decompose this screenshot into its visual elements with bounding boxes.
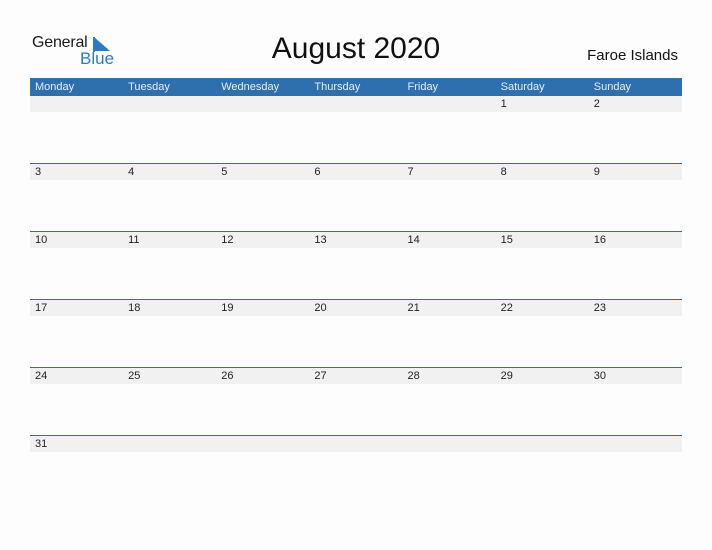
day-number: 28 [407, 370, 420, 382]
day-number: 8 [500, 166, 507, 178]
weekday-saturday: Saturday [500, 81, 545, 93]
weekday-header: Monday Tuesday Wednesday Thursday Friday… [30, 78, 682, 96]
calendar-grid: Monday Tuesday Wednesday Thursday Friday… [30, 78, 682, 503]
day-number: 1 [500, 98, 507, 110]
weekday-sunday: Sunday [593, 81, 632, 93]
week-row: 10 11 12 13 14 15 16 [30, 231, 682, 299]
day-number: 2 [593, 98, 600, 110]
date-strip: 10 11 12 13 14 15 16 [30, 232, 682, 248]
day-number: 31 [35, 438, 48, 450]
date-strip: 12 [30, 96, 682, 112]
day-number [496, 436, 589, 452]
day-number [589, 436, 682, 452]
day-number [123, 96, 216, 112]
day-number: 9 [593, 166, 600, 178]
day-number: 20 [314, 302, 327, 314]
date-strip: 3 4 5 6 7 8 9 [30, 164, 682, 180]
day-number: 13 [314, 234, 327, 246]
day-number: 7 [407, 166, 414, 178]
date-strip: 31 [30, 436, 682, 452]
day-number [403, 436, 496, 452]
day-number: 15 [500, 234, 513, 246]
day-number: 17 [35, 302, 48, 314]
week-row: 3 4 5 6 7 8 9 [30, 163, 682, 231]
date-strip: 17 18 19 20 21 22 23 [30, 300, 682, 316]
day-number: 26 [221, 370, 234, 382]
day-number [30, 96, 123, 112]
weekday-thursday: Thursday [314, 81, 361, 93]
day-number: 16 [593, 234, 606, 246]
day-number: 5 [221, 166, 228, 178]
week-row: 17 18 19 20 21 22 23 [30, 299, 682, 367]
day-number [403, 96, 496, 112]
day-number: 10 [35, 234, 48, 246]
day-number: 14 [407, 234, 420, 246]
day-number: 23 [593, 302, 606, 314]
day-number: 18 [128, 302, 141, 314]
weekday-tuesday: Tuesday [128, 81, 170, 93]
weekday-friday: Friday [407, 81, 439, 93]
day-number: 30 [593, 370, 606, 382]
weeks-container: 1 2 3 4 5 6 7 8 9 10 11 12 13 14 15 16 17 18 19 20 21 22 23 24 2… [30, 96, 682, 503]
day-number: 22 [500, 302, 513, 314]
week-row: 12 [30, 96, 682, 163]
day-number: 29 [500, 370, 513, 382]
day-number: 21 [407, 302, 420, 314]
day-number: 3 [35, 166, 42, 178]
day-number: 4 [128, 166, 135, 178]
day-number [216, 436, 309, 452]
week-row: 24 25 26 27 28 29 30 [30, 367, 682, 435]
week-row: 31 [30, 435, 682, 503]
day-number [123, 436, 216, 452]
day-number: 24 [35, 370, 48, 382]
day-number: 27 [314, 370, 327, 382]
country-label: Faroe Islands [587, 47, 678, 64]
day-number: 11 [128, 234, 140, 246]
day-number: 6 [314, 166, 321, 178]
date-strip: 24 25 26 27 28 29 30 [30, 368, 682, 384]
day-number: 19 [221, 302, 234, 314]
day-number [216, 96, 309, 112]
day-number [309, 436, 402, 452]
weekday-wednesday: Wednesday [221, 81, 280, 93]
day-number: 25 [128, 370, 141, 382]
weekday-monday: Monday [35, 81, 75, 93]
day-number [309, 96, 402, 112]
day-number: 12 [221, 234, 234, 246]
